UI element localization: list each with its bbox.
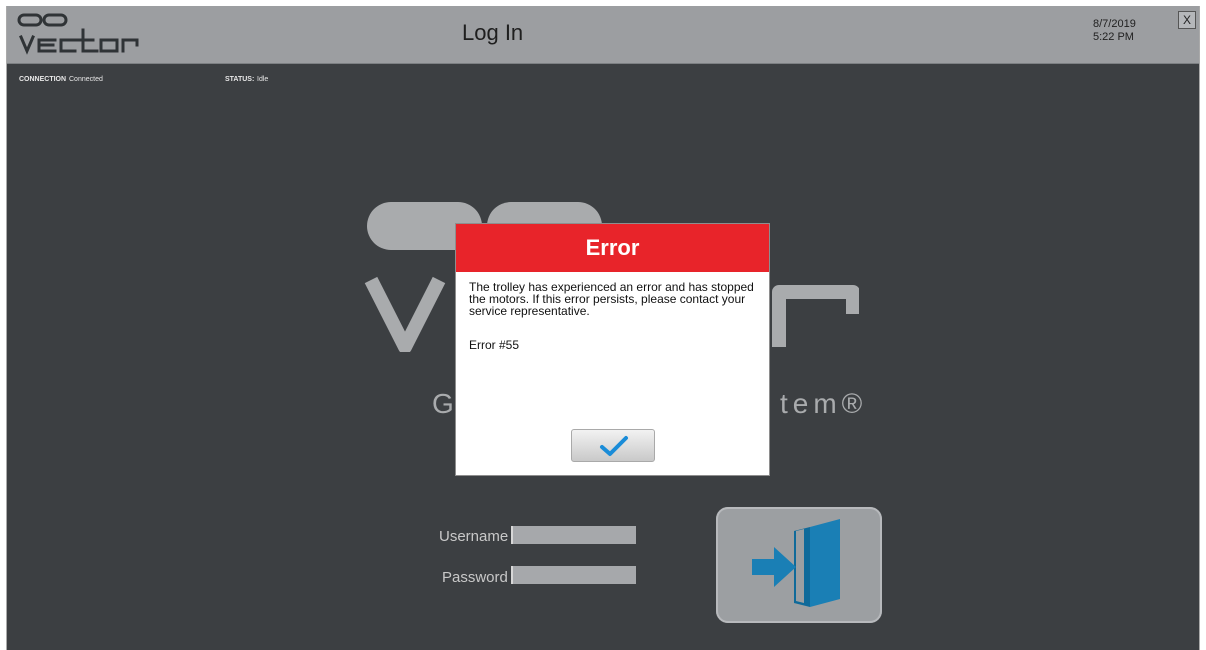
header-bar: Log In 8/7/2019 5:22 PM X — [7, 6, 1199, 64]
username-input[interactable] — [511, 526, 636, 544]
vector-logo — [17, 13, 139, 55]
status-bar: CONNECTION Connected STATUS: Idle — [7, 70, 1199, 90]
error-dialog: Error The trolley has experienced an err… — [455, 223, 770, 476]
page-title: Log In — [462, 20, 524, 45]
username-label: Username — [439, 528, 509, 545]
confirm-button[interactable] — [571, 429, 655, 462]
status-label: STATUS: — [225, 76, 255, 83]
close-button[interactable]: X — [1178, 11, 1196, 29]
enter-door-icon — [752, 519, 840, 607]
password-input[interactable] — [511, 566, 636, 584]
date-text: 8/7/2019 — [1093, 18, 1136, 30]
time-text: 5:22 PM — [1093, 31, 1134, 43]
password-label: Password — [442, 569, 508, 586]
tagline-right: tem® — [780, 388, 868, 419]
dialog-message: The trolley has experienced an error and… — [469, 280, 754, 318]
status-value: Idle — [257, 76, 269, 83]
error-code: Error #55 — [469, 338, 520, 352]
datetime: 8/7/2019 5:22 PM — [1093, 18, 1136, 44]
app-window: Log In 8/7/2019 5:22 PM X CONNECTION Con… — [6, 6, 1200, 650]
tagline-left: G — [432, 388, 456, 419]
login-button[interactable] — [716, 507, 882, 623]
connection-value: Connected — [69, 76, 103, 83]
checkmark-icon — [600, 436, 628, 456]
connection-label: CONNECTION — [19, 76, 67, 83]
dialog-title: Error — [456, 224, 769, 272]
